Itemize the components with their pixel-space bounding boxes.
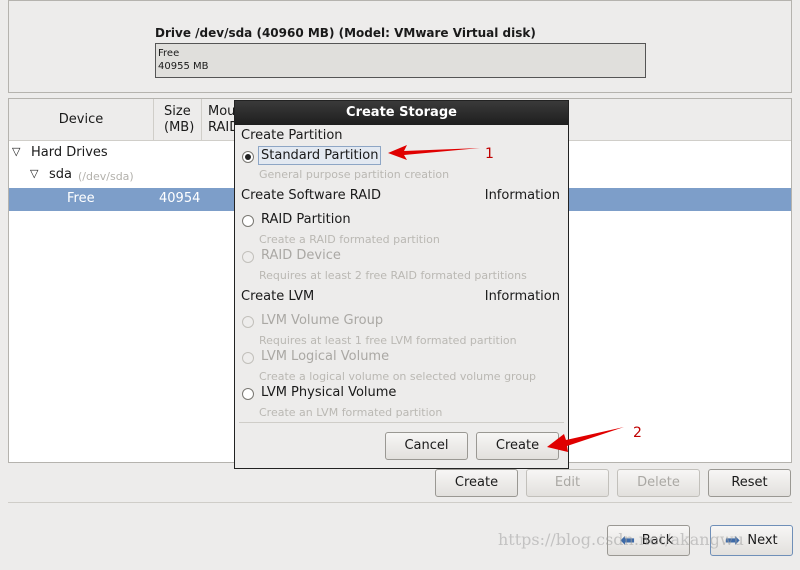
annotation-arrow-1 [388, 145, 480, 160]
annotation-arrow-2 [547, 427, 624, 452]
annotation-arrows [388, 145, 624, 452]
annotation-label-2: 2 [633, 425, 642, 441]
annotation-label-1: 1 [485, 146, 494, 162]
